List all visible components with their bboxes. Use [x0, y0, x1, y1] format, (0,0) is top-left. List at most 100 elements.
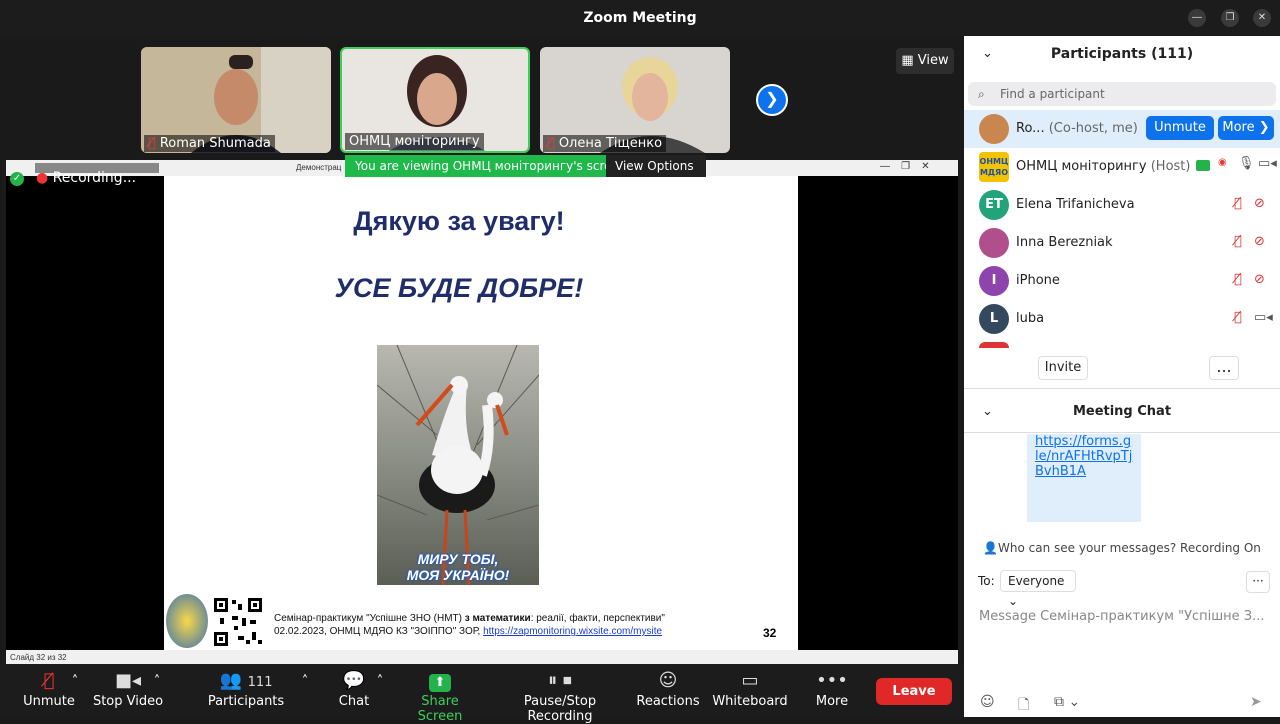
participant-row[interactable]: Inna Berezniak 🎙̸ ⊘: [964, 224, 1280, 262]
mic-muted-icon: 🎙̸: [148, 136, 156, 151]
video-off-icon: ⊘: [1254, 196, 1265, 211]
video-thumbnail[interactable]: 🎙̸ Roman Shumada: [141, 47, 331, 153]
mic-muted-icon: 🎙̸: [1234, 272, 1242, 287]
participant-name: 🎙̸ Олена Тіщенко: [543, 135, 667, 152]
avatar: [979, 114, 1009, 144]
mic-muted-icon: 🎙̸: [1234, 310, 1242, 325]
recording-indicator[interactable]: ● Recording...: [36, 170, 136, 186]
footer-link[interactable]: https://zapmonitoring.wixsite.com/mysite: [483, 626, 662, 637]
avatar-partial: [979, 342, 1009, 348]
video-icon: ▭◂: [1258, 156, 1277, 171]
slide-footer: Семінар-практикум "Успішне ЗНО (НМТ) з м…: [274, 613, 665, 637]
file-icon[interactable]: 🗋: [1018, 694, 1029, 718]
chat-button[interactable]: 💬 Chat: [334, 670, 374, 709]
slide-subtitle: УСЕ БУДЕ ДОБРЕ!: [334, 273, 584, 303]
ppt-title: Демонстрац: [296, 163, 342, 172]
photo-caption: МИРУ ТОБІ, МОЯ УКРАЇНО!: [406, 551, 510, 583]
slide-page-number: 32: [763, 626, 777, 640]
more-button[interactable]: ••• More: [808, 670, 856, 709]
chat-visibility-info[interactable]: 👤Who can see your messages? Recording On: [964, 541, 1280, 555]
audio-options-chevron-icon[interactable]: ˄: [68, 674, 82, 689]
screenshot-icon[interactable]: ⧉ ⌄: [1054, 694, 1080, 710]
participant-row-me[interactable]: Ro... (Co-host, me) Unmute More ❯: [964, 110, 1280, 148]
mic-muted-icon: 🎙̸: [1234, 234, 1242, 249]
video-thumbnail[interactable]: 🎙̸ Олена Тіщенко: [540, 47, 730, 153]
chat-options-chevron-icon[interactable]: ˄: [373, 674, 387, 689]
leave-button[interactable]: Leave: [876, 678, 952, 705]
send-icon[interactable]: ➤: [1250, 694, 1262, 710]
share-screen-button[interactable]: ⬆ Share Screen: [398, 670, 482, 724]
view-button[interactable]: ▦ View: [896, 48, 954, 74]
sharing-icon: [1196, 160, 1210, 171]
chat-message-link[interactable]: https://forms.gle/nrAFHtRvpTjBvhB1A: [1035, 434, 1132, 479]
participant-row[interactable]: I iPhone 🎙̸ ⊘: [964, 262, 1280, 300]
close-button[interactable]: ✕: [1253, 9, 1271, 27]
ppt-window-controls: — ❐ ✕: [880, 161, 930, 172]
chat-message-input[interactable]: Message Семінар-практикум "Успішне З...: [979, 609, 1265, 624]
whiteboard-button[interactable]: ▭ Whiteboard: [712, 670, 788, 709]
participants-title: Participants (111): [1050, 46, 1194, 62]
recording-dot-icon: ◉: [1218, 157, 1227, 168]
smiley-plus-icon: ☺: [658, 670, 678, 691]
window-titlebar: Zoom Meeting — ❐ ✕: [0, 0, 1280, 36]
pause-stop-icon: ⏸ ⏹: [548, 670, 572, 691]
emoji-icon[interactable]: ☺: [980, 694, 995, 710]
whiteboard-icon: ▭: [741, 670, 759, 691]
side-panel: ⌄ Participants (111) ⌕ Find a participant…: [964, 36, 1280, 717]
mic-muted-icon: 🎙̸: [1234, 196, 1242, 211]
pause-stop-recording-button[interactable]: ⏸ ⏹ Pause/Stop Recording: [494, 670, 626, 724]
meeting-toolbar: 🎙̸ Unmute ˄ ■◂ Stop Video ˄ 👥 111 Participa…: [0, 664, 964, 724]
invite-button[interactable]: Invite: [1038, 356, 1088, 380]
video-icon: ▭◂: [1254, 310, 1273, 325]
participant-row[interactable]: L luba 🎙̸ ▭◂: [964, 300, 1280, 338]
divider: [964, 388, 1280, 389]
video-thumbnail-active[interactable]: ОНМЦ моніторингу: [340, 47, 530, 153]
minimize-button[interactable]: —: [1188, 9, 1206, 27]
window-title: Zoom Meeting: [583, 10, 697, 26]
stork-photo: МИРУ ТОБІ, МОЯ УКРАЇНО!: [377, 345, 539, 585]
participants-more-button[interactable]: ...: [1209, 356, 1239, 380]
chat-more-button[interactable]: ···: [1246, 571, 1270, 593]
avatar: ET: [979, 190, 1009, 220]
share-screen-icon: ⬆: [398, 670, 482, 694]
stork-illustration: [377, 345, 539, 585]
more-dots-icon: •••: [816, 670, 848, 691]
mic-muted-icon: 🎙̸: [547, 136, 555, 151]
chat-title: Meeting Chat: [1072, 404, 1172, 419]
next-page-arrow-icon[interactable]: ❯: [756, 84, 788, 116]
avatar: L: [979, 304, 1009, 334]
participant-search-input[interactable]: ⌕ Find a participant: [968, 82, 1276, 106]
participant-row-host[interactable]: ОНМЦ МДЯО ОНМЦ моніторингу (Host) ◉ 🎙 ▭◂: [964, 148, 1280, 186]
more-participant-button[interactable]: More ❯: [1218, 116, 1274, 140]
chat-message: https://forms.gle/nrAFHtRvpTjBvhB1A: [1027, 434, 1141, 522]
unmute-participant-button[interactable]: Unmute: [1146, 116, 1214, 140]
to-label: To:: [978, 574, 995, 588]
mic-icon: 🎙: [1238, 156, 1255, 171]
presentation-slide: Дякую за увагу! УСЕ БУДЕ ДОБРЕ! МИРУ ТОБ…: [164, 176, 798, 650]
participant-name: 🎙̸ Roman Shumada: [144, 135, 275, 152]
participant-name: ОНМЦ моніторингу: [345, 133, 484, 150]
slide-title: Дякую за увагу!: [353, 206, 565, 236]
video-off-icon: ⊘: [1254, 234, 1265, 249]
view-options-button[interactable]: View Options ⌄: [606, 155, 706, 195]
avatar: I: [979, 266, 1009, 296]
participant-row[interactable]: ET Elena Trifanicheva 🎙̸ ⊘: [964, 186, 1280, 224]
participants-icon: 👥 111: [219, 670, 273, 691]
reactions-button[interactable]: ☺ Reactions: [636, 670, 700, 709]
record-dot-icon: ●: [36, 170, 49, 186]
person-icon: 👤: [983, 541, 999, 555]
participants-options-chevron-icon[interactable]: ˄: [298, 674, 312, 689]
chat-bubble-icon: 💬: [342, 670, 366, 691]
shield-check-icon: ✓: [10, 172, 24, 186]
restore-button[interactable]: ❐: [1221, 9, 1239, 27]
institution-logo: [166, 594, 208, 648]
divider: [964, 432, 1280, 433]
search-icon: ⌕: [978, 87, 985, 101]
video-options-chevron-icon[interactable]: ˄: [150, 674, 164, 689]
qr-code: [212, 596, 264, 648]
participants-button[interactable]: 👥 111 Participants: [206, 670, 286, 709]
video-off-icon: ⊘: [1254, 272, 1265, 287]
avatar: ОНМЦ МДЯО: [979, 152, 1009, 182]
share-banner: You are viewing ОНМЦ моніторингу's scree…: [345, 155, 637, 177]
recipient-dropdown[interactable]: Everyone ⌄: [1000, 570, 1076, 608]
